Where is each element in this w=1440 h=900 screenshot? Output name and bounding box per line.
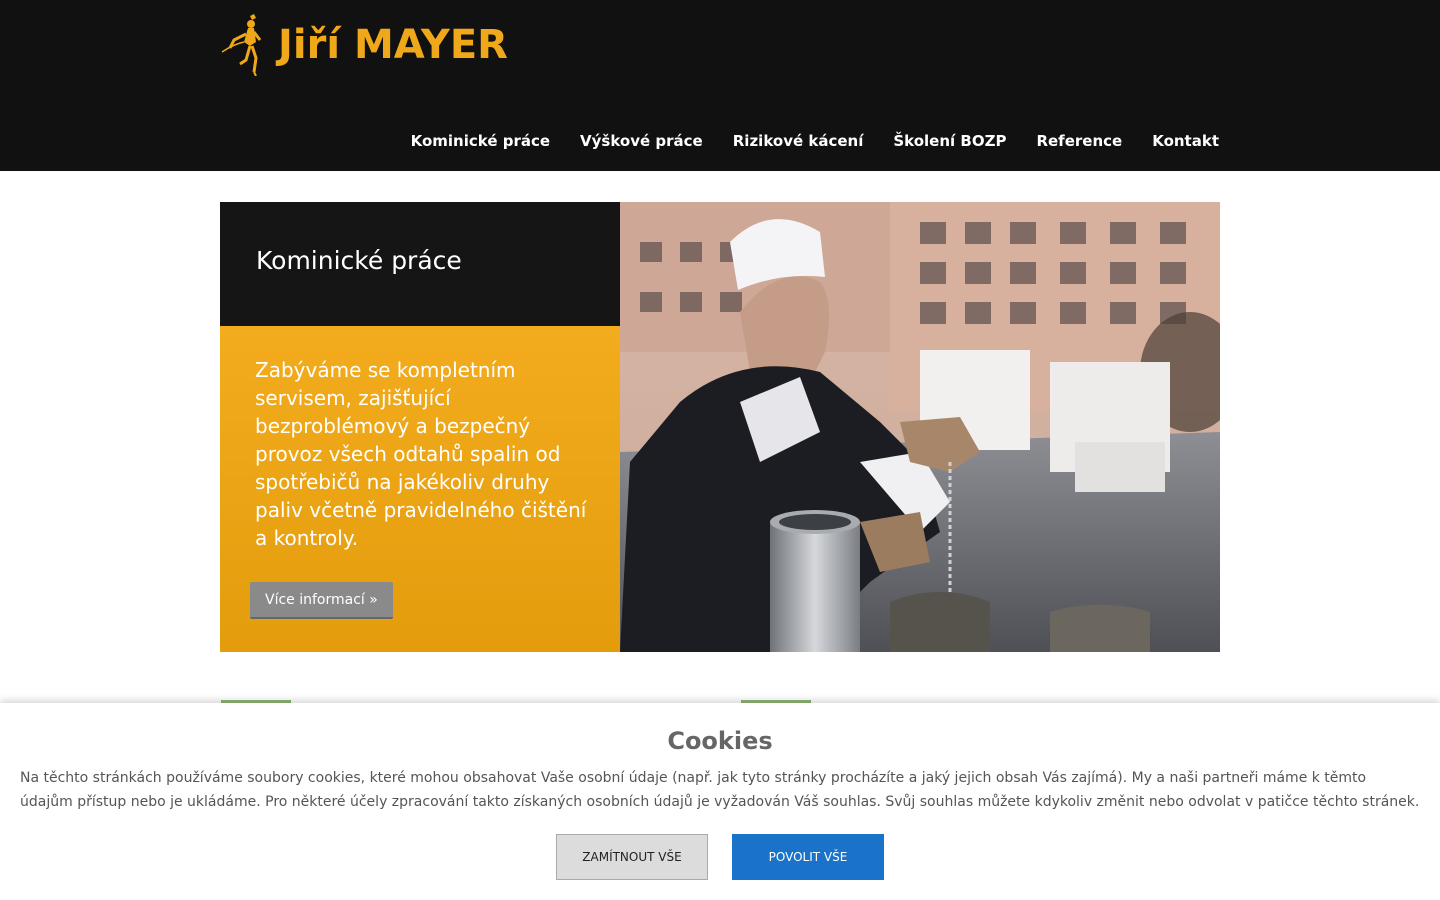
nav-item-rizikove-kaceni[interactable]: Rizikové kácení [733, 132, 864, 150]
nav-item-skoleni-bozp[interactable]: Školení BOZP [893, 132, 1006, 150]
hero-description: Zabýváme se kompletním servisem, zajišťu… [255, 358, 587, 550]
cookie-description: Na těchto stránkách používáme soubory co… [20, 770, 1420, 810]
hero-title: Kominické práce [256, 246, 462, 275]
hero-slider: Kominické práce Zabýváme se kompletním s… [220, 202, 1220, 652]
site-logo[interactable]: Jiří MAYER [220, 12, 508, 76]
nav-item-kominicke-prace[interactable]: Kominické práce [411, 132, 550, 150]
cookie-consent-bar: Cookies Na těchto stránkách používáme so… [0, 703, 1440, 900]
hero-title-box: Kominické práce [220, 202, 620, 326]
more-info-button[interactable]: Více informací » [250, 582, 393, 619]
chimney-sweep-on-roof-photo [620, 202, 1220, 652]
reject-all-button[interactable]: ZAMÍTNOUT VŠE [556, 834, 708, 880]
site-header: Jiří MAYER Kominické práce Výškové práce… [0, 0, 1440, 171]
nav-item-reference[interactable]: Reference [1036, 132, 1122, 150]
nav-item-kontakt[interactable]: Kontakt [1152, 132, 1219, 150]
main-nav: Kominické práce Výškové práce Rizikové k… [411, 121, 1219, 161]
nav-item-vyskove-prace[interactable]: Výškové práce [580, 132, 703, 150]
hero-content: Kominické práce Zabýváme se kompletním s… [220, 202, 620, 652]
climber-with-rope-icon [221, 14, 262, 76]
hero-text-box: Zabýváme se kompletním servisem, zajišťu… [220, 326, 620, 652]
cookie-title: Cookies [667, 727, 773, 755]
hero-photo-illustration [620, 202, 1220, 652]
brand-name: Jiří MAYER [278, 22, 508, 68]
accept-all-button[interactable]: POVOLIT VŠE [732, 834, 884, 880]
